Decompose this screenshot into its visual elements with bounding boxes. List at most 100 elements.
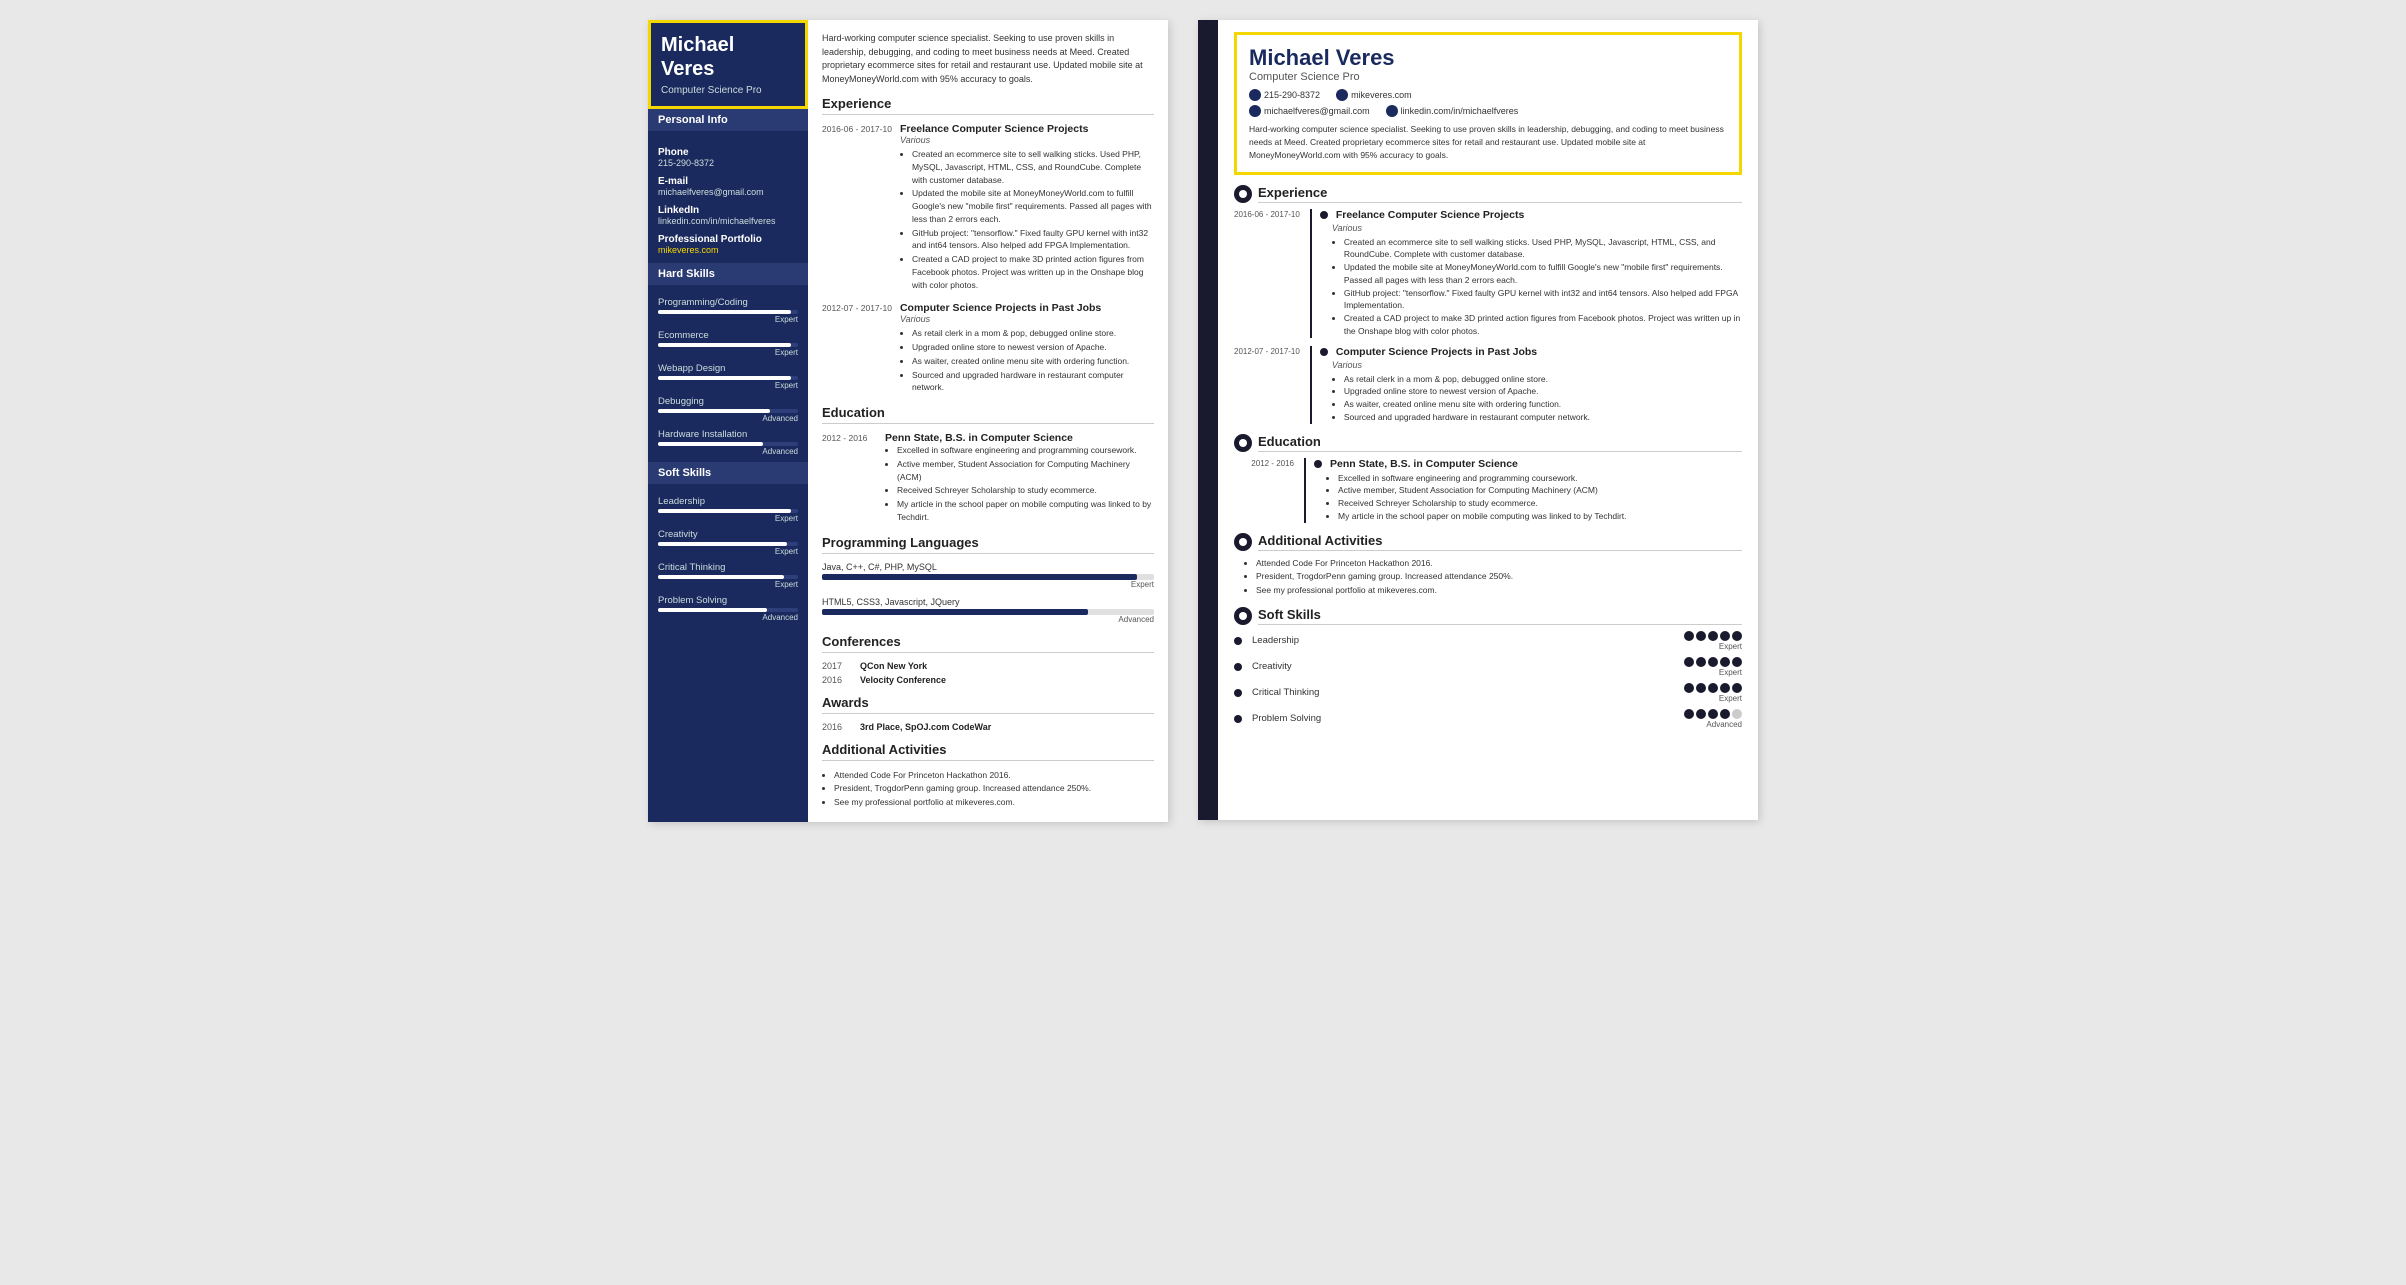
resume2-header: Michael Veres Computer Science Pro 215-2… [1234,32,1742,175]
personal-info-heading: Personal Info [648,109,808,131]
exp-subtitle-2: Various [1332,223,1742,233]
soft-skill-dot [1234,715,1242,723]
soft-skill-right: Expert [1684,631,1742,651]
website-contact: mikeveres.com [1336,89,1412,101]
hard-skill-name: Webapp Design [658,363,798,374]
education-item: 2012 - 2016 Penn State, B.S. in Computer… [822,432,1154,525]
exp-title: Freelance Computer Science Projects [900,123,1154,135]
conferences-heading: Conferences [822,634,1154,653]
exp-bullets-2: Created an ecommerce site to sell walkin… [1320,236,1742,338]
dot [1708,709,1718,719]
conf-year: 2017 [822,661,852,671]
exp-item-header: Computer Science Projects in Past Jobs [1320,346,1742,358]
dot [1732,657,1742,667]
awards-heading: Awards [822,695,1154,714]
hard-skill-bar [658,442,763,446]
soft-skill-left: Problem Solving [1234,713,1684,724]
conf-name: QCon New York [860,661,927,671]
sidebar-2 [1198,20,1218,820]
content-2: Michael Veres Computer Science Pro 215-2… [1218,20,1758,820]
email-contact: michaelfveres@gmail.com [1249,105,1370,117]
resume2-name: Michael Veres [1249,45,1727,71]
dot [1708,631,1718,641]
soft-skill-left: Creativity [1234,661,1684,672]
dot [1696,657,1706,667]
edu-bullet-dot [1314,460,1322,468]
exp-date-2: 2012-07 - 2017-10 [1234,346,1300,424]
soft-skill-name-2: Problem Solving [1252,713,1321,724]
soft-skill-left: Critical Thinking [1234,687,1684,698]
dot [1684,631,1694,641]
exp-title: Computer Science Projects in Past Jobs [900,302,1154,314]
soft-skill-dot [1234,689,1242,697]
resume1-header: Michael Veres Computer Science Pro [648,20,808,109]
bullet-dot [1320,211,1328,219]
activity-bullet-2: President, TrogdorPenn gaming group. Inc… [1256,570,1742,583]
bullet: Sourced and upgraded hardware in restaur… [912,369,1154,395]
bullet-edu-2: My article in the school paper on mobile… [1338,510,1742,523]
soft-skill-bar [658,608,767,612]
soft-skill-bar-container [658,575,798,579]
soft-skill-bar-container [658,608,798,612]
sidebar-1: Michael Veres Computer Science Pro Perso… [648,20,808,822]
portfolio-value: mikeveres.com [658,245,798,255]
hard-skills-heading: Hard Skills [648,263,808,285]
experience-item: 2012-07 - 2017-10 Computer Science Proje… [822,302,1154,395]
soft-skill-item-2: Creativity Expert [1234,657,1742,677]
personal-info-section: Phone 215-290-8372 E-mail michaelfveres@… [648,131,808,263]
bullet-2: Created an ecommerce site to sell walkin… [1344,236,1742,262]
hard-skill-bar [658,343,791,347]
experience-heading-1: Experience [822,96,1154,115]
dot [1732,709,1742,719]
activities-section-title-2: Additional Activities [1234,533,1742,551]
hard-skill-name: Programming/Coding [658,297,798,308]
activity-bullet: See my professional portfolio at mikever… [834,796,1154,809]
resume-2: Michael Veres Computer Science Pro 215-2… [1198,20,1758,820]
dot [1684,709,1694,719]
exp-content: Freelance Computer Science Projects Vari… [900,123,1154,292]
linkedin-contact: linkedin.com/in/michaelfveres [1386,105,1519,117]
soft-skill-name: Leadership [658,496,798,507]
bullet: Updated the mobile site at MoneyMoneyWor… [912,187,1154,225]
linkedin-value: linkedin.com/in/michaelfveres [658,216,798,226]
conference-item: 2016 Velocity Conference [822,675,1154,685]
hard-skill-bar-container [658,343,798,347]
soft-skill-name: Creativity [658,529,798,540]
bullet-edu-2: Excelled in software engineering and pro… [1338,472,1742,485]
award-item: 2016 3rd Place, SpOJ.com CodeWar [822,722,1154,732]
soft-skill-dot [1234,663,1242,671]
activities-section-2: Attended Code For Princeton Hackathon 20… [1244,557,1742,597]
soft-skill-bar-container [658,542,798,546]
dot-row [1684,657,1742,667]
soft-skill-name-2: Critical Thinking [1252,687,1319,698]
activities-icon [1234,533,1252,551]
experience-heading-2: Experience [1258,185,1742,203]
contact-row-2: michaelfveres@gmail.com linkedin.com/in/… [1249,105,1727,117]
activity-bullet-2: Attended Code For Princeton Hackathon 20… [1256,557,1742,570]
edu-title-2: Penn State, B.S. in Computer Science [1330,458,1518,470]
resume-1: Michael Veres Computer Science Pro Perso… [648,20,1168,822]
hard-skill-level: Expert [658,315,798,324]
soft-skill-level: Expert [658,514,798,523]
hard-skill-name: Hardware Installation [658,429,798,440]
experience-item: 2016-06 - 2017-10 Freelance Computer Sci… [822,123,1154,292]
dot [1720,709,1730,719]
portfolio-label: Professional Portfolio [658,234,798,245]
bullet: As retail clerk in a mom & pop, debugged… [912,327,1154,340]
bullet-2: Created a CAD project to make 3D printed… [1344,312,1742,338]
dot [1732,683,1742,693]
soft-skills-section-2: Leadership Expert Creativity Expert Crit… [1234,631,1742,729]
soft-skill-bar [658,575,784,579]
exp-content-2: Computer Science Projects in Past Jobs V… [1310,346,1742,424]
activity-bullet-2: See my professional portfolio at mikever… [1256,584,1742,597]
email-2: michaelfveres@gmail.com [1264,106,1370,116]
bullet: Created an ecommerce site to sell walkin… [912,148,1154,186]
phone-value: 215-290-8372 [658,158,798,168]
activities-section-1: Attended Code For Princeton Hackathon 20… [822,769,1154,809]
dot-row [1684,683,1742,693]
education-icon [1234,434,1252,452]
edu-item-header: Penn State, B.S. in Computer Science [1314,458,1742,470]
prog-level: Advanced [822,615,1154,624]
bullet: Received Schreyer Scholarship to study e… [897,484,1154,497]
bullet-2: As waiter, created online menu site with… [1344,398,1742,411]
